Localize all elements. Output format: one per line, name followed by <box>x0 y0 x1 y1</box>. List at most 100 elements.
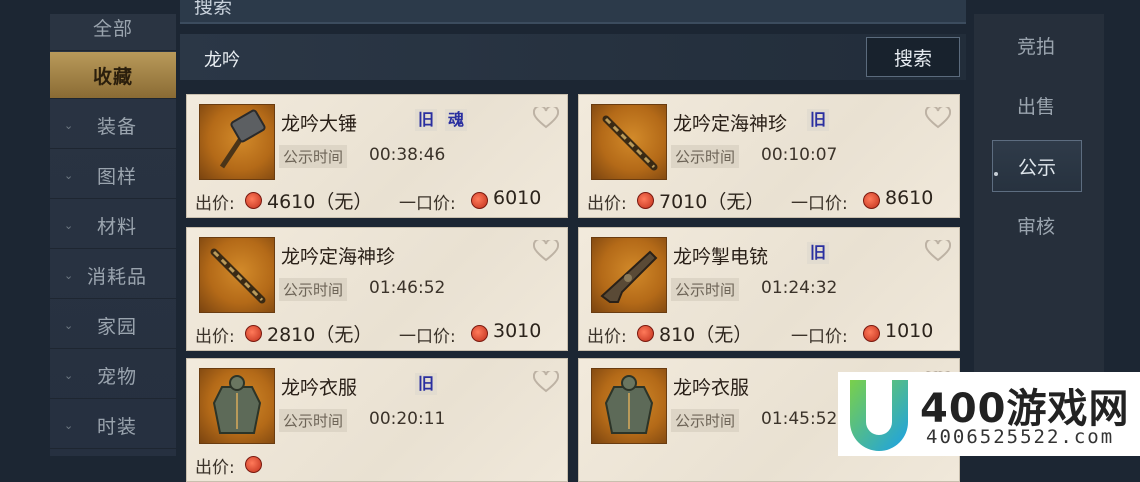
item-name: 龙吟定海神珍 <box>673 113 788 135</box>
item-name: 龙吟衣服 <box>673 377 750 399</box>
publicity-time-value: 00:38:46 <box>369 145 446 165</box>
item-tags: 旧 <box>807 109 830 131</box>
currency-coin-icon <box>471 192 488 209</box>
item-thumbnail <box>591 368 667 444</box>
hammer-icon <box>219 109 266 169</box>
chevron-down-icon: ⌄ <box>64 418 75 432</box>
buyout-price-value: 1010 <box>885 320 934 342</box>
sidebar-item-label: 装备 <box>96 115 137 138</box>
publicity-time-value: 01:46:52 <box>369 278 446 298</box>
top-strip-label: 搜索 <box>194 0 233 18</box>
gun-icon <box>600 250 658 303</box>
buyout-price-value: 8610 <box>885 187 934 209</box>
favorite-heart-icon[interactable] <box>925 107 951 129</box>
top-search-strip: 搜索 <box>180 0 966 24</box>
auction-item-card[interactable]: 龙吟定海神珍 公示时间 01:46:52 出价: 2810（无） 一口价: 3010 <box>186 227 568 351</box>
auction-item-card[interactable]: 龙吟掣电铳 旧公示时间 01:24:32 出价: 810（无） 一口价: 1010 <box>578 227 960 351</box>
bid-price-label: 出价: <box>587 327 627 347</box>
sidebar-item[interactable]: 全部 <box>50 4 176 51</box>
item-tags: 旧魂 <box>415 109 468 131</box>
favorite-heart-icon[interactable] <box>533 107 559 129</box>
currency-coin-icon <box>471 325 488 342</box>
sidebar-item-label: 收藏 <box>92 65 133 88</box>
publicity-time-value: 00:10:07 <box>761 145 838 165</box>
buyout-price-label: 一口价: <box>399 194 456 214</box>
currency-coin-icon <box>637 325 654 342</box>
chevron-down-icon: ⌄ <box>64 218 75 232</box>
armor-icon <box>604 375 654 434</box>
publicity-time-label: 公示时间 <box>671 409 740 432</box>
publicity-time-value: 01:24:32 <box>761 278 838 298</box>
currency-coin-icon <box>245 456 262 473</box>
currency-coin-icon <box>245 325 262 342</box>
search-input[interactable]: 龙吟 <box>204 46 240 72</box>
search-button[interactable]: 搜索 <box>866 37 960 77</box>
bid-price-value: 4610（无） <box>267 191 373 213</box>
item-tags: 旧 <box>415 373 438 395</box>
item-thumbnail <box>199 104 275 180</box>
sidebar-item[interactable]: ⌄ 装备 <box>50 102 176 149</box>
favorite-heart-icon[interactable] <box>533 371 559 393</box>
publicity-time-label: 公示时间 <box>671 278 740 301</box>
auction-item-card[interactable]: 龙吟大锤 旧魂公示时间 00:38:46 出价: 4610（无） 一口价: 6010 <box>186 94 568 218</box>
favorite-heart-icon[interactable] <box>533 240 559 262</box>
publicity-time-label: 公示时间 <box>279 145 348 168</box>
item-name: 龙吟掣电铳 <box>673 246 769 268</box>
sidebar-item-label: 时装 <box>96 415 137 438</box>
bid-price-label: 出价: <box>587 194 627 214</box>
buyout-price-value: 3010 <box>493 320 542 342</box>
sidebar-item-label: 消耗品 <box>86 265 147 288</box>
favorite-heart-icon[interactable] <box>925 240 951 262</box>
chevron-down-icon: ⌄ <box>64 168 75 182</box>
sidebar-item[interactable]: ⌄ 材料 <box>50 202 176 249</box>
buyout-price-label: 一口价: <box>791 194 848 214</box>
active-tab-dot-icon <box>994 172 998 176</box>
publicity-time-label: 公示时间 <box>671 145 740 168</box>
chevron-down-icon: ⌄ <box>64 268 75 282</box>
publicity-time-label: 公示时间 <box>279 409 348 432</box>
site-watermark: 400游戏网 4006525522.com <box>838 372 1140 456</box>
auction-item-card[interactable]: 龙吟衣服 旧公示时间 00:20:11 出价: <box>186 358 568 482</box>
sidebar-item[interactable]: 收藏 <box>50 52 176 99</box>
item-tags: 旧 <box>807 242 830 264</box>
sidebar-item-label: 宠物 <box>96 365 137 388</box>
currency-coin-icon <box>863 325 880 342</box>
currency-coin-icon <box>863 192 880 209</box>
bid-price-value: 810（无） <box>659 324 753 346</box>
mode-tab[interactable]: 出售 <box>992 80 1080 130</box>
bid-price-label: 出价: <box>195 194 235 214</box>
sidebar-item-label: 图样 <box>96 165 137 188</box>
watermark-subtitle: 4006525522.com <box>926 426 1115 448</box>
sidebar-item-label: 材料 <box>96 215 137 238</box>
currency-coin-icon <box>637 192 654 209</box>
mode-tab[interactable]: 竞拍 <box>992 20 1080 70</box>
item-name: 龙吟定海神珍 <box>281 246 396 268</box>
staff-icon <box>210 248 266 304</box>
sidebar-item[interactable]: ⌄ 时装 <box>50 402 176 449</box>
bid-price-value: 7010（无） <box>659 191 765 213</box>
currency-coin-icon <box>245 192 262 209</box>
item-tag-badge: 旧 <box>415 373 438 395</box>
site-logo-icon <box>850 380 908 451</box>
search-bar: 龙吟 搜索 <box>180 34 966 80</box>
bid-price-value: 2810（无） <box>267 324 373 346</box>
item-tag-badge: 旧 <box>807 109 830 131</box>
item-thumbnail <box>199 368 275 444</box>
item-name: 龙吟衣服 <box>281 377 358 399</box>
bid-price-label: 出价: <box>195 327 235 347</box>
mode-tab[interactable]: 审核 <box>992 200 1080 250</box>
chevron-down-icon: ⌄ <box>64 368 75 382</box>
sidebar-item[interactable]: ⌄ 宠物 <box>50 352 176 399</box>
buyout-price-label: 一口价: <box>791 327 848 347</box>
sidebar-item-label: 全部 <box>92 17 133 40</box>
sidebar-item[interactable]: ⌄ 图样 <box>50 152 176 199</box>
sidebar-item[interactable]: ⌄ 家园 <box>50 302 176 349</box>
category-sidebar: 全部 收藏 ⌄ 装备 ⌄ 图样 ⌄ 材料 ⌄ 消耗品 ⌄ 家园 ⌄ 宠物 ⌄ 时装 <box>50 14 176 456</box>
buyout-price-label: 一口价: <box>399 327 456 347</box>
buyout-price-value: 6010 <box>493 187 542 209</box>
item-tag-badge: 旧 <box>807 242 830 264</box>
auction-item-card[interactable]: 龙吟定海神珍旧公示时间 00:10:07 出价: 7010（无） 一口价: 8610 <box>578 94 960 218</box>
armor-icon <box>212 375 262 434</box>
sidebar-item[interactable]: ⌄ 消耗品 <box>50 252 176 299</box>
mode-tab[interactable]: 公示 <box>992 140 1082 192</box>
